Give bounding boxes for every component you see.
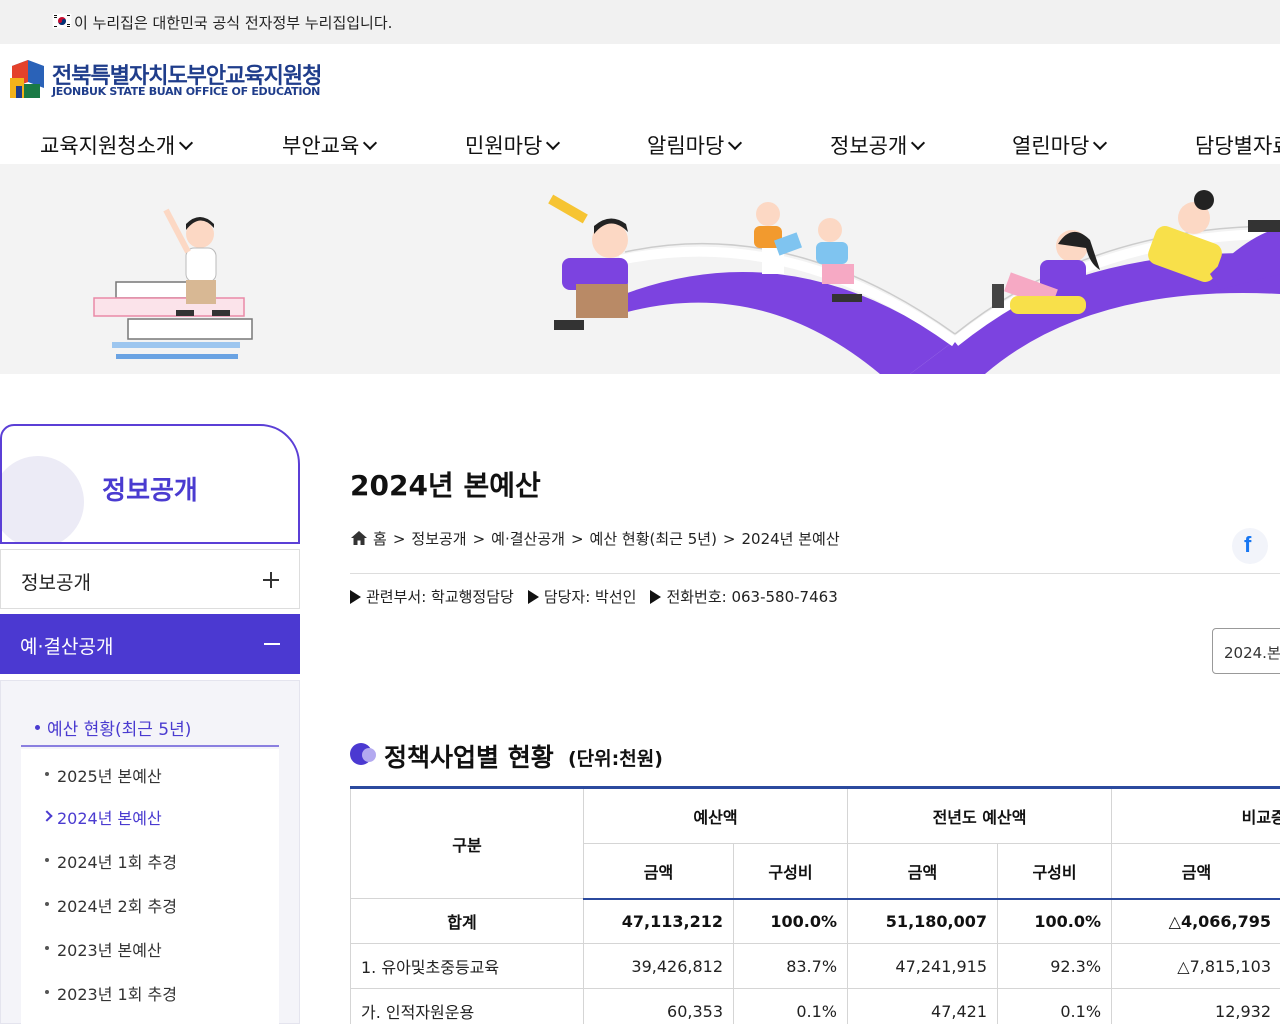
phone-info: 전화번호: 063-580-7463 [666,588,838,606]
korea-flag-icon [52,13,72,29]
site-logo[interactable]: 전북특별자치도부안교육지원청 JEONBUK STATE BUAN OFFICE… [8,58,328,104]
global-nav: 교육지원청소개 부안교육 민원마당 알림마당 정보공개 열린마당 담당별자료 [0,122,1280,164]
chevron-down-icon [911,135,926,151]
chevron-down-icon [363,135,378,151]
chevron-down-icon [546,135,561,151]
th-diff: 비교증감 [1111,787,1280,844]
th-amount: 금액 [583,843,734,900]
banner-illustration [93,190,1280,374]
lnb-submenu: 예산 현황(최근 5년) 2025년 본예산 2024년 본예산 2024년 1… [0,680,300,1024]
gnb-item-info[interactable]: 정보공개 [830,130,926,160]
th-gubun: 구분 [350,787,584,899]
lnb-d3-item-2024-supp2[interactable]: 2024년 2회 추경 [45,893,177,917]
lnb-item-budget-settlement[interactable]: 예·결산공개 [0,614,300,674]
policy-budget-table-wrap[interactable]: 구분 예산액 전년도 예산액 비교증감 금액 구성비 금액 구성비 금액 구성비… [350,786,1280,1024]
gnb-item-civil[interactable]: 민원마당 [465,130,561,160]
breadcrumb: 홈 > 정보공개 > 예·결산공개 > 예산 현황(최근 5년) >2024년 본예산 [350,528,840,548]
breadcrumb-item[interactable]: 예산 현황(최근 5년) [590,530,717,548]
th-amount: 금액 [847,843,999,900]
gnb-item-notice[interactable]: 알림마당 [647,130,743,160]
lnb-d3-item-2024-main[interactable]: 2024년 본예산 [57,805,162,829]
minus-icon [264,643,280,645]
logo-name-en: JEONBUK STATE BUAN OFFICE OF EDUCATION [52,85,321,98]
lnb-d3-item-2023-supp1[interactable]: 2023년 1회 추경 [45,981,177,1005]
gnb-item-intro[interactable]: 교육지원청소개 [40,130,194,160]
page-title: 2024년 본예산 [350,469,541,502]
dept-info: 관련부서: 학교행정담당 [366,588,514,606]
budget-select-value: 2024.본예산 [1224,644,1280,662]
table-row: 1. 유아및초중등교육 39,426,812 83.7% 47,241,915 … [350,943,1280,989]
table-row: 합계 47,113,212 100.0% 51,180,007 100.0% △… [350,898,1280,944]
home-icon [351,531,367,545]
facebook-share-button[interactable]: f [1232,528,1268,564]
facebook-icon: f [1244,532,1252,557]
budget-select[interactable]: 2024.본예산 [1212,628,1280,674]
lnb-d3-item-2023-main[interactable]: 2023년 본예산 [45,937,162,961]
lnb-d3-item-2024-supp1[interactable]: 2024년 1회 추경 [45,849,177,873]
breadcrumb-home[interactable]: 홈 [373,530,387,548]
content-divider [350,573,1280,574]
chevron-down-icon [728,135,743,151]
sub-visual-banner [0,164,1280,374]
policy-budget-table: 구분 예산액 전년도 예산액 비교증감 금액 구성비 금액 구성비 금액 구성비… [350,786,1280,1024]
lnb-d3-list: 2025년 본예산 2024년 본예산 2024년 1회 추경 2024년 2회… [21,749,279,1024]
page-contact-info: 관련부서: 학교행정담당 담당자: 박선인 전화번호: 063-580-7463 [350,586,852,607]
lnb-title-box: 정보공개 [0,424,300,544]
gov-notice-text[interactable]: 이 누리집은 대한민국 공식 전자정부 누리집입니다. [74,12,392,33]
breadcrumb-item[interactable]: 정보공개 [411,530,466,548]
chevron-down-icon [1093,135,1108,151]
th-amount: 금액 [1111,843,1280,900]
gnb-item-open[interactable]: 열린마당 [1012,130,1108,160]
lnb-d2-label: 예산 현황(최근 5년) [47,720,192,740]
gov-notice-bar: 이 누리집은 대한민국 공식 전자정부 누리집입니다. [0,0,1280,44]
plus-icon [263,572,279,588]
th-prev-budget: 전년도 예산액 [847,787,1113,844]
th-ratio: 구성비 [997,843,1113,900]
lnb-d3-item-2025-main[interactable]: 2025년 본예산 [45,763,162,787]
lnb-d2-budget-status[interactable]: 예산 현황(최근 5년) [21,681,279,747]
triangle-right-icon [650,590,662,604]
manager-info: 담당자: 박선인 [543,588,637,606]
lnb-item-info-disclosure[interactable]: 정보공개 [0,549,300,609]
th-budget: 예산액 [582,787,849,844]
gnb-item-data[interactable]: 담당별자료 [1195,130,1280,160]
section-title-text: 정책사업별 현황 [384,743,554,772]
triangle-right-icon [350,590,361,604]
logo-mark-icon [10,60,44,98]
gnb-item-education[interactable]: 부안교육 [282,130,378,160]
bullet-icon [35,725,40,730]
triangle-right-icon [527,590,539,604]
section-unit: (단위:천원) [568,748,663,770]
breadcrumb-item[interactable]: 예·결산공개 [491,530,565,548]
breadcrumb-current: 2024년 본예산 [741,530,840,548]
chevron-down-icon [179,135,194,151]
lnb-title: 정보공개 [102,476,198,506]
table-row: 가. 인적자원운용 60,353 0.1% 47,421 0.1% 12,932 [350,988,1280,1024]
th-ratio: 구성비 [732,843,849,900]
lnb-item-label: 예·결산공개 [20,636,114,658]
lnb-item-label: 정보공개 [21,572,91,594]
